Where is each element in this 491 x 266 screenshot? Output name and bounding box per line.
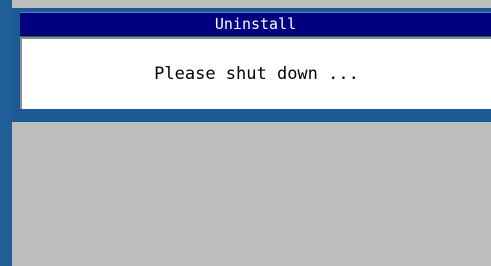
uninstall-dialog: Uninstall Please shut down ... [12,8,491,122]
left-window-edge [0,0,12,266]
message-panel: Please shut down ... [20,37,491,109]
dialog-titlebar: Uninstall [20,12,491,36]
dialog-title: Uninstall [214,15,297,33]
status-message: Please shut down ... [154,64,359,84]
screen: Uninstall Please shut down ... [0,0,491,266]
dialog-bottom-border [20,112,491,122]
